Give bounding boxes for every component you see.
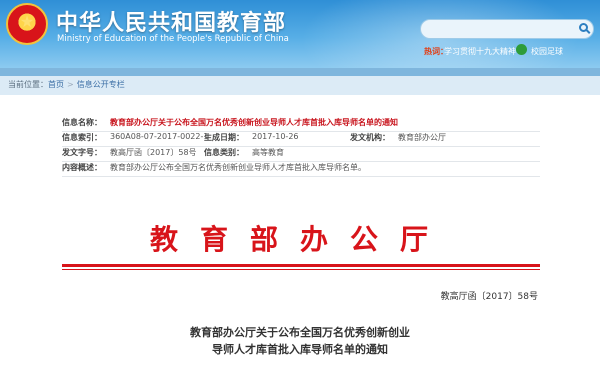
info-date-value: 2017-10-26 [252,132,299,141]
content-panel: 信息名称： 教育部办公厅关于公布全国万名优秀创新创业导师人才库首批入库导师名单的… [0,95,600,382]
info-org-value: 教育部办公厅 [398,133,446,142]
info-table: 信息名称： 教育部办公厅关于公布全国万名优秀创新创业导师人才库首批入库导师名单的… [62,117,542,177]
document-title-line1: 教育部办公厅关于公布全国万名优秀创新创业 [190,326,410,339]
info-row-index: 信息索引： 360A08-07-2017-0022-1 生成日期： 2017-1… [62,132,542,147]
divider [62,146,540,147]
info-docno-label: 发文字号： [62,148,102,157]
issuer-header: 教育部办公厅 [149,223,450,256]
football-icon [516,44,527,55]
hot-word-link[interactable]: 学习贯彻十九大精神 [444,46,516,57]
info-summary-label: 内容概述： [62,163,102,172]
red-rule [62,264,540,267]
info-index-value: 360A08-07-2017-0022-1 [110,132,209,141]
info-date-label: 生成日期： [204,133,244,142]
national-emblem-icon[interactable]: ★ [6,3,48,45]
info-row-summary: 内容概述： 教育部办公厅公布全国万名优秀创新创业导师人才库首批入库导师名单。 [62,162,542,177]
info-name-value: 教育部办公厅关于公布全国万名优秀创新创业导师人才库首批入库导师名单的通知 [110,118,398,127]
search-icon[interactable] [579,23,588,32]
site-header: ★ 中华人民共和国教育部 Ministry of Education of th… [0,0,600,68]
breadcrumb-separator: > [67,80,74,89]
nav-bar [0,68,600,76]
search-input[interactable] [420,19,594,39]
document-number: 教高厅函〔2017〕58号 [440,292,538,302]
info-type-label: 信息类别： [204,148,244,157]
document-title: 教育部办公厅关于公布全国万名优秀创新创业 导师人才库首批入库导师名单的通知 [0,324,600,358]
site-title[interactable]: 中华人民共和国教育部 [56,5,286,37]
site-subtitle: Ministry of Education of the People's Re… [57,34,289,44]
info-docno-value: 教高厅函〔2017〕58号 [110,148,197,157]
info-type-value: 高等教育 [252,148,284,157]
breadcrumb-home[interactable]: 首页 [48,80,64,89]
divider [62,131,540,132]
breadcrumb-prefix: 当前位置： [8,80,48,89]
info-summary-value: 教育部办公厅公布全国万名优秀创新创业导师人才库首批入库导师名单。 [110,163,366,172]
breadcrumb: 当前位置：首页 > 信息公开专栏 [8,79,125,90]
campus-football-link[interactable]: 校园足球 [531,46,563,57]
document-title-line2: 导师人才库首批入库导师名单的通知 [212,343,388,356]
breadcrumb-current[interactable]: 信息公开专栏 [77,80,125,89]
info-index-label: 信息索引： [62,133,102,142]
info-row-docno: 发文字号： 教高厅函〔2017〕58号 信息类别： 高等教育 [62,147,542,162]
info-org-label: 发文机构： [350,133,390,142]
divider [62,161,540,162]
divider [62,176,540,177]
info-row-name: 信息名称： 教育部办公厅关于公布全国万名优秀创新创业导师人才库首批入库导师名单的… [62,117,542,132]
red-rule-thin [62,269,540,270]
info-name-label: 信息名称： [62,118,102,127]
